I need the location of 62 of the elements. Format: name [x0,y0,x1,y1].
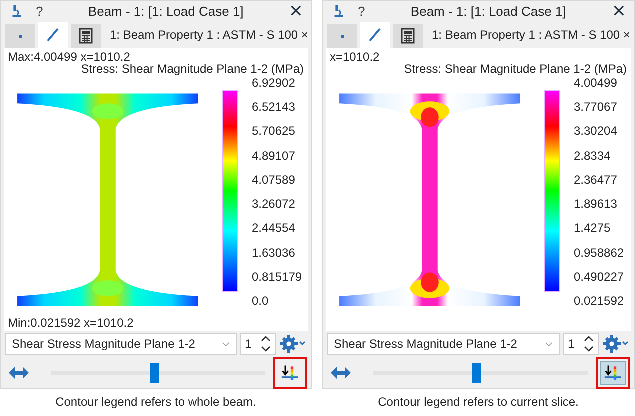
legend-value: 1.89613 [574,197,618,212]
slice-spinner[interactable]: 1 [563,333,599,355]
legend-value: 3.26072 [252,197,296,212]
calculator-icon [78,28,94,44]
legend-value: 1.4275 [574,221,612,236]
line-tab[interactable] [38,22,68,48]
close-button[interactable]: ✕ [289,1,303,22]
caption: Contour legend refers to current slice. [377,395,580,409]
settings-icon[interactable] [279,334,307,354]
result-type-dropdown[interactable]: Shear Stress Magnitude Plane 1-2 [327,333,560,355]
line-tab[interactable] [360,22,390,48]
legend-value: 2.36477 [574,172,618,187]
legend-value: 6.92902 [252,76,296,90]
slider-thumb[interactable] [150,363,159,383]
legend-title: Stress: Shear Magnitude Plane 1-2 (MPa) [403,62,627,76]
legend-value: 3.77067 [574,100,618,114]
dot-tab[interactable] [327,24,357,48]
legend-value: 4.00499 [574,76,618,90]
calculator-tab[interactable] [71,24,101,48]
line-icon [367,27,383,43]
legend-value: 5.70625 [252,124,296,138]
dot-tab[interactable] [5,24,35,48]
help-button[interactable]: ? [36,4,44,19]
chevron-down-icon [545,342,553,346]
calculator-tab[interactable] [393,24,423,48]
property-tab[interactable]: 1: Beam Property 1 : ASTM - S 100 × [110,28,308,42]
min-label: Min:0.021592 x=1010.2 [8,316,134,330]
window-title: Beam - 1: [1: Load Case 1] [87,4,245,19]
calculator-icon [400,28,416,44]
legend-value: 2.44554 [252,221,296,236]
legend-arrow-icon [281,364,299,382]
spin-arrows-icon [261,334,271,354]
legend-title: Stress: Shear Magnitude Plane 1-2 (MPa) [80,62,304,76]
position-label: x=1010.2 [330,50,381,64]
settings-icon[interactable] [602,334,630,354]
chevron-down-icon [222,342,230,346]
double-arrow-icon[interactable] [9,367,29,379]
window-title: Beam - 1: [1: Load Case 1] [410,4,568,19]
slider-thumb[interactable] [472,363,482,383]
legend-value: 2.8334 [574,148,612,163]
help-button[interactable]: ? [358,4,366,19]
legend-value: 0.0 [252,294,270,308]
legend-value: 4.89107 [252,148,296,163]
legend-arrow-icon [604,364,622,382]
legend-value: 0.815179 [252,270,302,284]
legend-value: 0.021592 [574,294,624,308]
legend-value: 0.958862 [574,246,624,260]
legend-value: 4.07589 [252,172,296,187]
legend-value: 6.52143 [252,100,296,114]
legend-value: 3.30204 [574,124,618,138]
result-type-dropdown[interactable]: Shear Stress Magnitude Plane 1-2 [5,333,237,355]
close-button[interactable]: ✕ [612,1,626,22]
spin-arrows-icon [584,334,594,354]
legend-scope-toggle[interactable] [600,361,626,385]
double-arrow-icon[interactable] [331,367,351,379]
legend-value: 1.63036 [252,246,296,260]
caption: Contour legend refers to whole beam. [54,395,258,409]
line-icon [45,27,61,43]
legend-value: 0.490227 [574,270,624,284]
slice-spinner[interactable]: 1 [240,333,276,355]
position-label: Max:4.00499 x=1010.2 [8,50,132,64]
property-tab[interactable]: 1: Beam Property 1 : ASTM - S 100 × [432,28,630,42]
